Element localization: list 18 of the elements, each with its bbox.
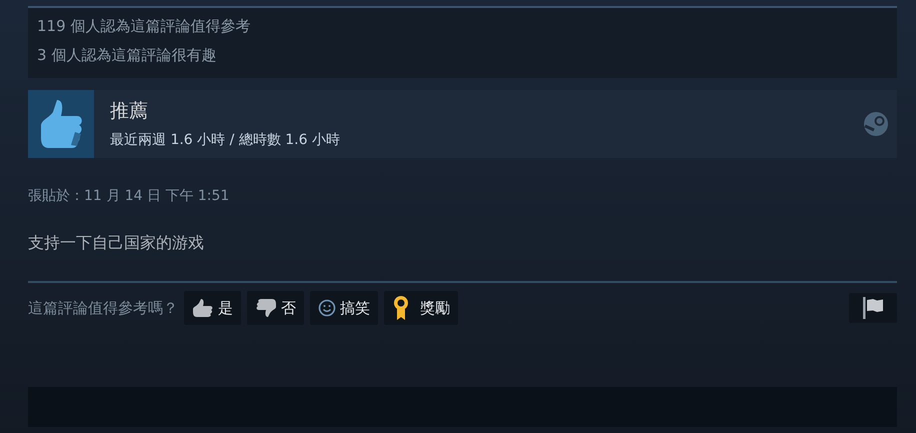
steam-logo-icon [863,111,889,137]
posted-date: 張貼於：11 月 14 日 下午 1:51 [28,187,230,206]
vote-prompt: 這篇評論值得參考嗎？ [28,298,178,319]
review-verdict: 推薦 [110,99,149,124]
helpful-count: 3 個人認為這篇評論很有趣 [37,44,218,66]
smiley-icon [318,299,336,317]
report-button[interactable] [849,293,897,323]
flag-icon [861,297,885,319]
helpful-count: 119 個人認為這篇評論值得參考 [37,16,252,37]
thumbs-down-icon [255,298,277,318]
medal-icon [392,295,410,321]
no-button[interactable]: 否 [247,291,304,325]
yes-button[interactable]: 是 [184,291,241,325]
award-button[interactable]: 獎勵 [384,291,458,325]
funny-button[interactable]: 搞笑 [310,291,378,325]
review-text: 支持一下自己国家的游戏 [28,232,205,254]
playtime-text: 最近兩週 1.6 小時 / 總時數 1.6 小時 [110,130,341,150]
thumbs-up-icon [192,298,214,318]
